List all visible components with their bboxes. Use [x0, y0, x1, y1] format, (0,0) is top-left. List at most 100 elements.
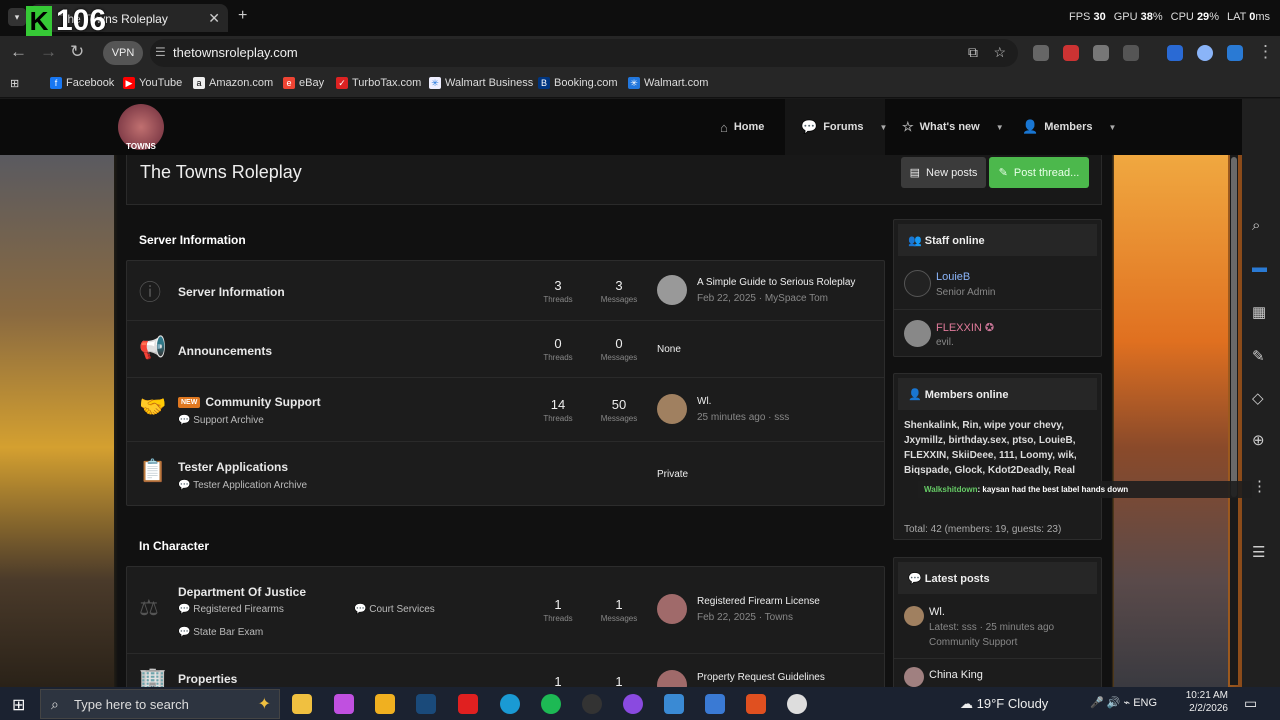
tab-list-button[interactable]: ▾ — [8, 8, 26, 26]
extension-icon[interactable] — [1033, 45, 1049, 61]
brave-icon[interactable] — [746, 694, 766, 714]
bookmark-ebay[interactable]: e eBay — [283, 77, 324, 89]
address-bar[interactable]: ☰ thetownsroleplay.com ⧉ ☆ — [150, 39, 1018, 67]
nav-home[interactable]: ⌂ Home — [720, 99, 764, 155]
node-title[interactable]: Server Information — [178, 285, 285, 299]
spotify-icon[interactable] — [541, 694, 561, 714]
windows-start-icon[interactable]: ⊞ — [12, 695, 25, 715]
last-post[interactable]: Registered Firearm License Feb 22, 2025 ·… — [697, 596, 820, 623]
post-thread-button[interactable]: ✎ Post thread... — [989, 157, 1089, 188]
puzzle-icon[interactable] — [1123, 45, 1139, 61]
app-icon[interactable] — [664, 694, 684, 714]
staff-member[interactable]: LouieB Senior Admin — [894, 260, 1101, 310]
tag-icon[interactable]: ◇ — [1252, 389, 1264, 407]
caret-down-icon[interactable]: ▼ — [1108, 123, 1116, 132]
bookmark-walmart[interactable]: ✳ Walmart.com — [628, 77, 708, 89]
bookmark-amazon[interactable]: a Amazon.com — [193, 77, 273, 89]
staff-name[interactable]: LouieB — [936, 271, 970, 283]
reload-icon[interactable]: ↻ — [70, 42, 84, 62]
site-logo[interactable]: TOWNS — [118, 104, 164, 151]
wps-icon[interactable] — [458, 694, 478, 714]
chrome-icon[interactable] — [787, 694, 807, 714]
bookmark-star-icon[interactable]: ☆ — [993, 44, 1006, 61]
node-title[interactable]: Tester Applications — [178, 460, 288, 474]
latest-post-item[interactable]: Wl. Latest: sss · 25 minutes ago Communi… — [894, 598, 1101, 658]
bookmark-walmart-business[interactable]: ✳ Walmart Business — [429, 77, 533, 89]
caret-down-icon[interactable]: ▼ — [880, 123, 888, 132]
vpn-button[interactable]: VPN — [103, 41, 143, 65]
file-explorer-icon[interactable] — [375, 694, 395, 714]
avatar[interactable] — [657, 275, 687, 305]
forum-node[interactable]: 📋 Tester Applications 💬 Tester Applicati… — [127, 442, 884, 506]
avatar[interactable] — [657, 594, 687, 624]
tab-close-icon[interactable]: ✕ — [208, 10, 220, 27]
forum-node[interactable]: 📢 Announcements 0 Threads 0 Messages None — [127, 321, 884, 378]
subforum-link[interactable]: 💬 Tester Application Archive — [178, 480, 307, 491]
sparkle-icon[interactable]: ✦ — [258, 694, 271, 714]
category-title[interactable]: Server Information — [139, 233, 246, 247]
subforum-link[interactable]: 💬 Registered Firearms — [178, 604, 284, 615]
bookmark-facebook[interactable]: f Facebook — [50, 77, 114, 89]
system-clock[interactable]: 10:21 AM 2/2/2026 — [1180, 689, 1228, 715]
node-title[interactable]: Properties — [178, 672, 237, 686]
search-icon[interactable]: ⌕ — [1252, 217, 1260, 234]
post-title[interactable]: China King — [929, 669, 983, 681]
bookmark-turbotax[interactable]: ✓ TurboTax.com — [336, 77, 421, 89]
site-settings-icon[interactable]: ☰ — [155, 45, 166, 59]
calculator-icon[interactable]: ▦ — [1252, 303, 1266, 321]
forum-node[interactable]: ⚖ Department Of Justice 💬 Registered Fir… — [127, 567, 884, 654]
members-online-list[interactable]: Shenkalink, Rin, wipe your chevy, Jxymil… — [894, 414, 1101, 482]
menu-icon[interactable]: ⋮ — [1257, 42, 1274, 62]
last-post[interactable]: Property Request Guidelines — [697, 672, 825, 683]
nav-forums[interactable]: 💬 Forums ▼ — [785, 99, 888, 155]
staff-member[interactable]: FLEXXIN ✪ evil. — [894, 310, 1101, 360]
nav-members[interactable]: 👤 Members ▼ — [1022, 99, 1116, 155]
extension-icon[interactable] — [1063, 45, 1079, 61]
taskbar-search[interactable]: ⌕ Type here to search ✦ — [40, 689, 280, 719]
avatar[interactable] — [904, 667, 924, 687]
node-title[interactable]: NEW Community Support — [178, 395, 321, 409]
avatar[interactable] — [904, 320, 931, 347]
category-title[interactable]: In Character — [139, 539, 209, 553]
new-posts-button[interactable]: ▤ New posts — [901, 157, 986, 188]
sidebar-icon[interactable] — [1167, 45, 1183, 61]
edge-icon[interactable] — [500, 694, 520, 714]
bookmark-booking[interactable]: B Booking.com — [538, 77, 618, 89]
last-post[interactable]: A Simple Guide to Serious Roleplay Feb 22… — [697, 277, 855, 304]
forum-node[interactable]: ⓘ Server Information 3 Threads 3 Messages … — [127, 261, 884, 321]
notification-icon[interactable]: ▭ — [1244, 695, 1257, 712]
system-tray[interactable]: 🎤 🔊 ⌁ ENG — [1090, 696, 1157, 709]
nav-whats-new[interactable]: ☆ What's new ▼ — [902, 99, 1004, 155]
app-icon[interactable] — [623, 694, 643, 714]
install-app-icon[interactable]: ⧉ — [968, 44, 978, 61]
staff-name[interactable]: FLEXXIN ✪ — [936, 321, 994, 334]
scrollbar-thumb[interactable] — [1231, 157, 1237, 497]
steam-icon[interactable] — [416, 694, 436, 714]
latest-post-item[interactable]: China King — [894, 658, 1101, 687]
gamepad-icon[interactable]: ⊕ — [1252, 431, 1265, 449]
forum-node[interactable]: 🏢 Properties 1 1 Property Request Guidel… — [127, 654, 884, 687]
node-title[interactable]: Department Of Justice — [178, 585, 306, 599]
weather-widget[interactable]: ☁ 19°F Cloudy — [960, 696, 1048, 712]
copilot-icon[interactable] — [334, 694, 354, 714]
subforum-link[interactable]: 💬 Support Archive — [178, 415, 264, 426]
last-post[interactable]: Wl. 25 minutes ago · sss — [697, 396, 789, 423]
edit-icon[interactable]: ✎ — [1252, 347, 1265, 365]
bookmark-youtube[interactable]: ▶ YouTube — [123, 77, 182, 89]
avatar[interactable] — [904, 270, 931, 297]
apps-icon[interactable]: ⊞ — [10, 77, 19, 90]
profile-icon[interactable] — [1197, 45, 1213, 61]
back-icon[interactable]: ← — [10, 42, 27, 62]
more-icon[interactable]: ⋮ — [1252, 477, 1267, 495]
subforum-link[interactable]: 💬 State Bar Exam — [178, 627, 263, 638]
avatar[interactable] — [904, 606, 924, 626]
forum-node[interactable]: 🤝 NEW Community Support 💬 Support Archive… — [127, 378, 884, 442]
subforum-link[interactable]: 💬 Court Services — [354, 604, 435, 615]
messenger-icon[interactable]: ▬ — [1252, 259, 1267, 276]
post-forum[interactable]: Community Support — [929, 637, 1017, 648]
node-title[interactable]: Announcements — [178, 344, 272, 358]
obs-icon[interactable] — [582, 694, 602, 714]
caret-down-icon[interactable]: ▼ — [996, 123, 1004, 132]
page-scrollbar[interactable] — [1230, 155, 1238, 685]
post-title[interactable]: Wl. — [929, 606, 945, 618]
